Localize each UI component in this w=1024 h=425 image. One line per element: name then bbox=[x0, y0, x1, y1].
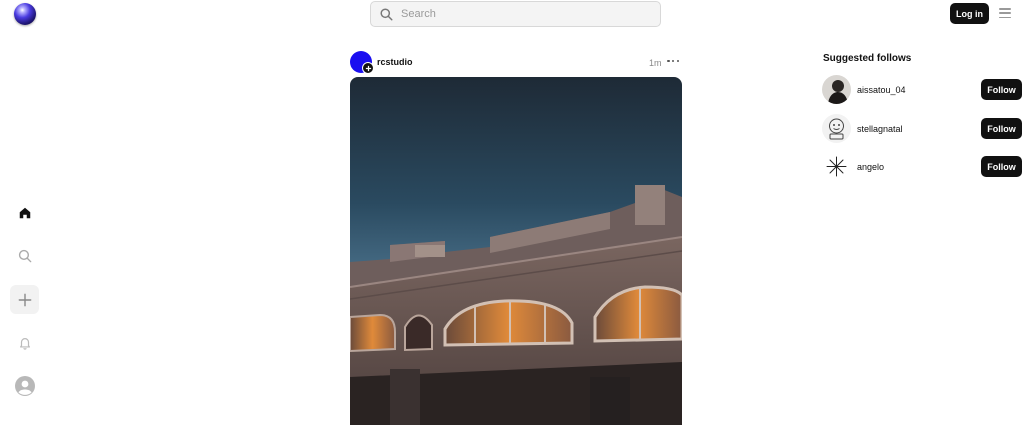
nav-search[interactable] bbox=[10, 241, 39, 270]
follow-button[interactable]: Follow bbox=[981, 156, 1022, 177]
post-timestamp: 1m bbox=[649, 58, 662, 68]
nav-home[interactable] bbox=[10, 198, 39, 227]
suggested-user-avatar[interactable] bbox=[822, 152, 851, 181]
nav-profile[interactable] bbox=[10, 371, 39, 400]
home-icon bbox=[19, 207, 30, 218]
search-icon bbox=[380, 7, 393, 21]
follow-button[interactable]: Follow bbox=[981, 118, 1022, 139]
suggested-follows-title: Suggested follows bbox=[823, 53, 912, 64]
nav-create[interactable] bbox=[10, 285, 39, 314]
login-button[interactable]: Log in bbox=[950, 3, 989, 24]
bell-icon bbox=[19, 337, 30, 350]
search-bar[interactable] bbox=[370, 1, 661, 27]
hamburger-menu-icon[interactable] bbox=[999, 8, 1011, 18]
plus-icon bbox=[18, 293, 31, 306]
more-options-icon[interactable] bbox=[667, 55, 679, 67]
post-photo[interactable] bbox=[350, 77, 682, 425]
search-icon bbox=[18, 249, 31, 262]
follow-plus-icon[interactable] bbox=[362, 62, 374, 74]
nav-notifications[interactable] bbox=[10, 328, 39, 357]
suggested-user-avatar[interactable] bbox=[822, 114, 851, 143]
suggested-user-avatar[interactable] bbox=[822, 75, 851, 104]
user-avatar-icon bbox=[14, 375, 35, 396]
app-logo-icon[interactable] bbox=[14, 3, 36, 25]
search-input[interactable] bbox=[401, 8, 641, 20]
post-username[interactable]: rcstudio bbox=[377, 57, 413, 67]
suggested-username[interactable]: angelo bbox=[857, 162, 884, 172]
follow-button[interactable]: Follow bbox=[981, 79, 1022, 100]
suggested-username[interactable]: aissatou_04 bbox=[857, 85, 906, 95]
suggested-username[interactable]: stellagnatal bbox=[857, 124, 903, 134]
